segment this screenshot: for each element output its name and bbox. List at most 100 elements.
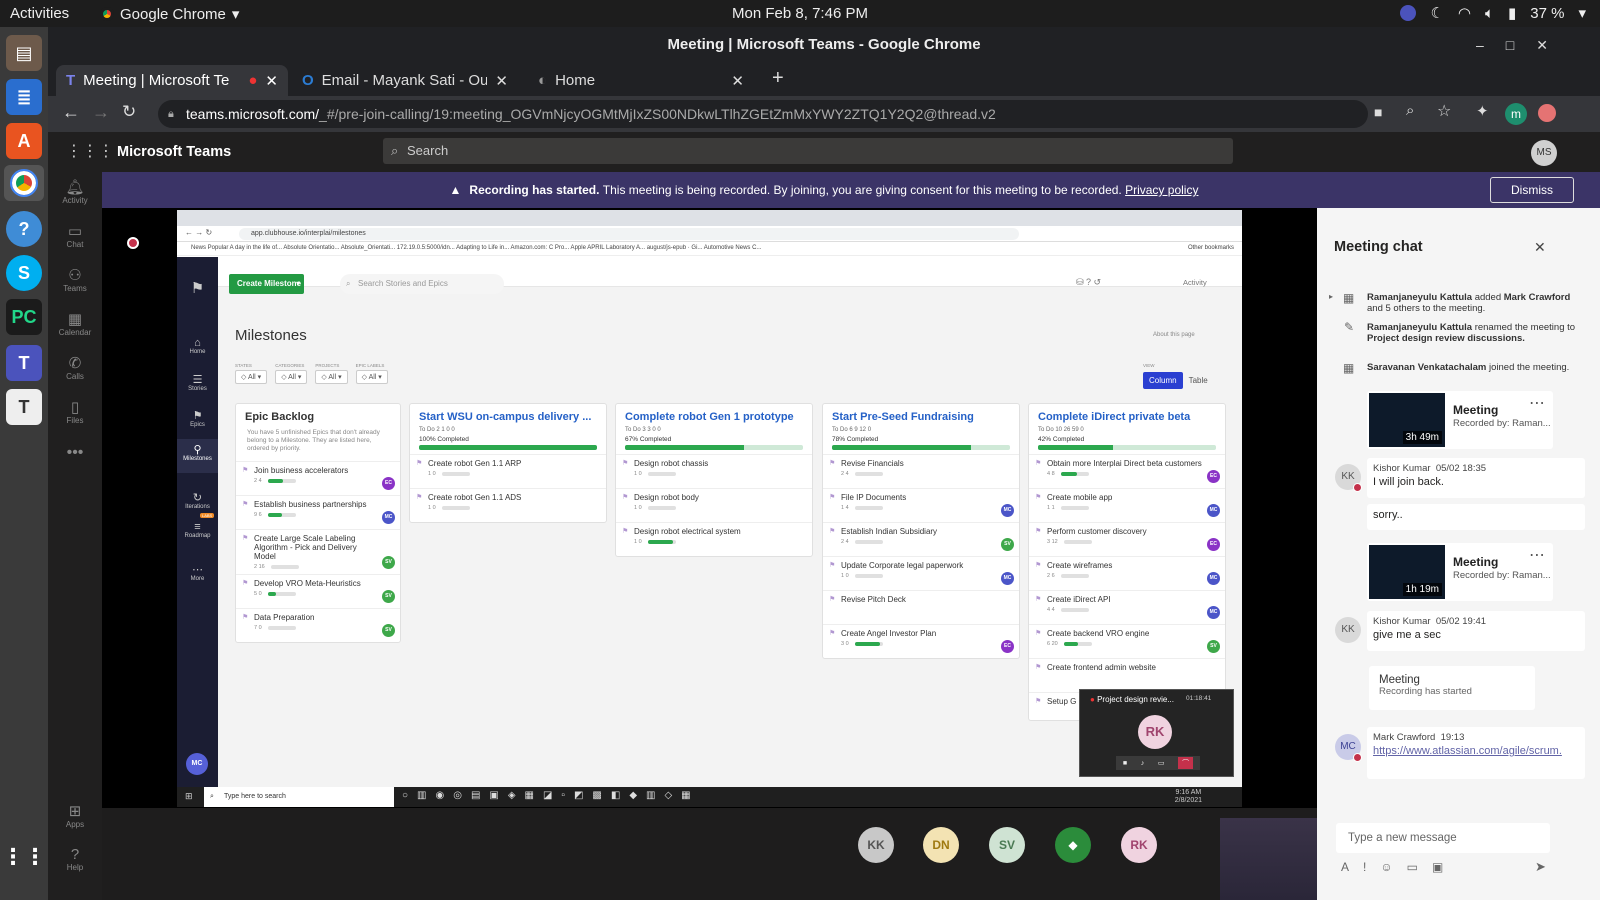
profile-avatar[interactable]: m (1505, 103, 1527, 125)
maximize-icon[interactable]: □ (1506, 27, 1514, 63)
epic-item[interactable]: ⚑ Create Large Scale Labeling Algorithm -… (236, 529, 400, 574)
system-tray[interactable]: ☾ ◠ 🔈︎ ▮ 37 % ▾ (1400, 4, 1586, 22)
recording-card[interactable]: 3h 49m Meeting Recorded by: Raman... ⋯ (1367, 391, 1553, 449)
milestone-title[interactable]: Complete iDirect private beta (1038, 411, 1225, 423)
more-options-icon[interactable]: ⋯ (1529, 545, 1545, 565)
recording-card[interactable]: 1h 19m Meeting Recorded by: Raman... ⋯ (1367, 543, 1553, 601)
format-icon[interactable]: A (1341, 860, 1349, 874)
epic-item[interactable]: ⚑ Join business accelerators 2 4 EC (236, 461, 400, 495)
send-icon[interactable]: ➤ (1535, 859, 1546, 875)
tab-teams-meeting[interactable]: T Meeting | Microsoft Te ● ✕ (56, 65, 288, 96)
app-menu[interactable]: Google Chrome ▾ (100, 5, 239, 23)
privacy-policy-link[interactable]: Privacy policy (1125, 183, 1198, 197)
important-icon[interactable]: ! (1363, 860, 1366, 874)
camera-icon[interactable]: ■ (1374, 104, 1382, 120)
rail-chat[interactable]: ▭ Chat (48, 222, 102, 249)
user-avatar[interactable]: MS (1531, 140, 1557, 166)
side-milestones[interactable]: ⚲ Milestones (177, 439, 218, 473)
participant-avatar[interactable]: DN (923, 827, 959, 863)
camera-toggle-icon[interactable]: ■ (1123, 760, 1127, 767)
side-epics[interactable]: ⚑ Epics (177, 409, 218, 428)
epic-item[interactable]: ⚑ Data Preparation 7 0 SV (236, 608, 400, 642)
tab-outlook-email[interactable]: O Email - Mayank Sati - Outl ✕ (292, 65, 518, 96)
epic-item[interactable]: ⚑ Create backend VRO engine 6 20 SV (1029, 624, 1225, 658)
participant-avatar[interactable]: KK (858, 827, 894, 863)
clubhouse-user-avatar[interactable]: MC (186, 753, 208, 775)
more-apps-icon[interactable]: ••• (48, 444, 102, 462)
zoom-icon[interactable]: ⌕ (1406, 102, 1414, 119)
epic-item[interactable]: ⚑ Design robot electrical system 1 0 (616, 522, 812, 556)
reload-icon[interactable]: ↻ (122, 102, 136, 122)
chrome-dock-icon[interactable] (4, 165, 44, 201)
emoji-icon[interactable]: ☺ (1380, 860, 1392, 874)
epic-item[interactable]: ⚑ Establish Indian Subsidiary 2 4 SV (823, 522, 1019, 556)
hang-up-icon[interactable]: ⌒ (1178, 757, 1194, 769)
expand-caret-icon[interactable]: ▸ (1329, 292, 1333, 301)
epic-item[interactable]: ⚑ Establish business partnerships 9 6 MC (236, 495, 400, 529)
software-app-icon[interactable]: A (6, 123, 42, 159)
close-icon[interactable]: ✕ (265, 72, 278, 90)
compose-input[interactable]: Type a new message (1336, 823, 1550, 853)
sticker-icon[interactable]: ▣ (1432, 860, 1443, 874)
forward-icon[interactable]: → (92, 102, 110, 123)
side-iterations[interactable]: ↻ Iterations (177, 491, 218, 510)
message-link[interactable]: https://www.atlassian.com/agile/scrum. (1373, 745, 1579, 757)
update-icon[interactable] (1538, 104, 1556, 122)
windows-search-box[interactable]: ⌕ Type here to search (204, 787, 394, 807)
epic-item[interactable]: ⚑ Revise Financials 2 4 (823, 454, 1019, 488)
epic-item[interactable]: ⚑ Create mobile app 1 1 MC (1029, 488, 1225, 522)
epic-item[interactable]: ⚑ Revise Pitch Deck (823, 590, 1019, 624)
gif-icon[interactable]: ▭ (1407, 860, 1418, 874)
mic-icon[interactable]: ♪ (1141, 760, 1145, 767)
close-icon[interactable]: ✕ (495, 72, 508, 90)
participant-avatar[interactable]: RK (1121, 827, 1157, 863)
files-app-icon[interactable]: ▤ (6, 35, 42, 71)
milestone-title[interactable]: Start Pre-Seed Fundraising (832, 411, 1019, 423)
epic-item[interactable]: ⚑ Obtain more Interplai Direct beta custo… (1029, 454, 1225, 488)
url-input[interactable]: 🔒︎ teams.microsoft.com/_#/pre-join-calli… (158, 100, 1368, 128)
bookmark-star-icon[interactable]: ☆ (1437, 101, 1451, 121)
rail-teams[interactable]: ⚇ Teams (48, 266, 102, 293)
side-more[interactable]: ⋯ More (177, 563, 218, 582)
taskbar-app-icons[interactable]: ○▥◉◎▤▣◈▦◪▫◩▩◧◆▥◇▦ (402, 790, 700, 801)
close-icon[interactable]: ✕ (731, 72, 744, 90)
rail-calendar[interactable]: ▦ Calendar (48, 310, 102, 337)
rail-help[interactable]: ? Help (48, 846, 102, 872)
dismiss-button[interactable]: Dismiss (1490, 177, 1574, 203)
tab-home[interactable]: ◐ Home ✕ (528, 65, 754, 96)
epic-item[interactable]: ⚑ Create iDirect API 4 4 MC (1029, 590, 1225, 624)
windows-start-icon[interactable]: ⊞ (185, 791, 193, 802)
self-video-tile[interactable] (1220, 818, 1317, 900)
help-app-icon[interactable]: ? (6, 211, 42, 247)
text-editor-app-icon[interactable]: T (6, 389, 42, 425)
close-icon[interactable]: ✕ (1536, 27, 1548, 63)
back-icon[interactable]: ← (62, 102, 80, 123)
epic-item[interactable]: ⚑ Create Angel Investor Plan 3 0 EC (823, 624, 1019, 658)
epic-item[interactable]: ⚑ Create robot Gen 1.1 ARP 1 0 (410, 454, 606, 488)
side-home[interactable]: ⌂ Home (177, 337, 218, 355)
extensions-icon[interactable]: ✦ (1476, 102, 1489, 120)
milestone-title[interactable]: Start WSU on-campus delivery ... (419, 411, 606, 423)
app-launcher-icon[interactable]: ⋮⋮⋮ (66, 141, 114, 161)
search-input[interactable]: ⌕ Search (383, 138, 1233, 164)
share-screen-icon[interactable]: ▭ (1158, 759, 1165, 767)
minimize-icon[interactable]: – (1476, 27, 1484, 63)
epic-item[interactable]: ⚑ Develop VRO Meta-Heuristics 5 0 SV (236, 574, 400, 608)
epic-item[interactable]: ⚑ Create frontend admin website (1029, 658, 1225, 692)
rail-files[interactable]: ▯ Files (48, 398, 102, 425)
close-icon[interactable]: ✕ (1534, 239, 1546, 256)
participant-avatar[interactable]: SV (989, 827, 1025, 863)
teams-app-icon[interactable]: T (6, 345, 42, 381)
epic-item[interactable]: ⚑ Create robot Gen 1.1 ADS 1 0 (410, 488, 606, 522)
rail-activity[interactable]: 🔔︎Activity (48, 178, 102, 205)
clock[interactable]: Mon Feb 8, 7:46 PM (0, 5, 1600, 22)
epic-item[interactable]: ⚑ Create wireframes 2 6 MC (1029, 556, 1225, 590)
epic-item[interactable]: ⚑ Design robot chassis 1 0 (616, 454, 812, 488)
new-tab-button[interactable]: + (772, 67, 784, 90)
skype-app-icon[interactable]: S (6, 255, 42, 291)
epic-item[interactable]: ⚑ Perform customer discovery 3 12 EC (1029, 522, 1225, 556)
show-apps-grid-icon[interactable]: ⋮⋮ (2, 839, 46, 875)
rail-calls[interactable]: ✆ Calls (48, 354, 102, 381)
pycharm-app-icon[interactable]: PC (6, 299, 42, 335)
teams-tray-icon[interactable] (1400, 5, 1417, 21)
